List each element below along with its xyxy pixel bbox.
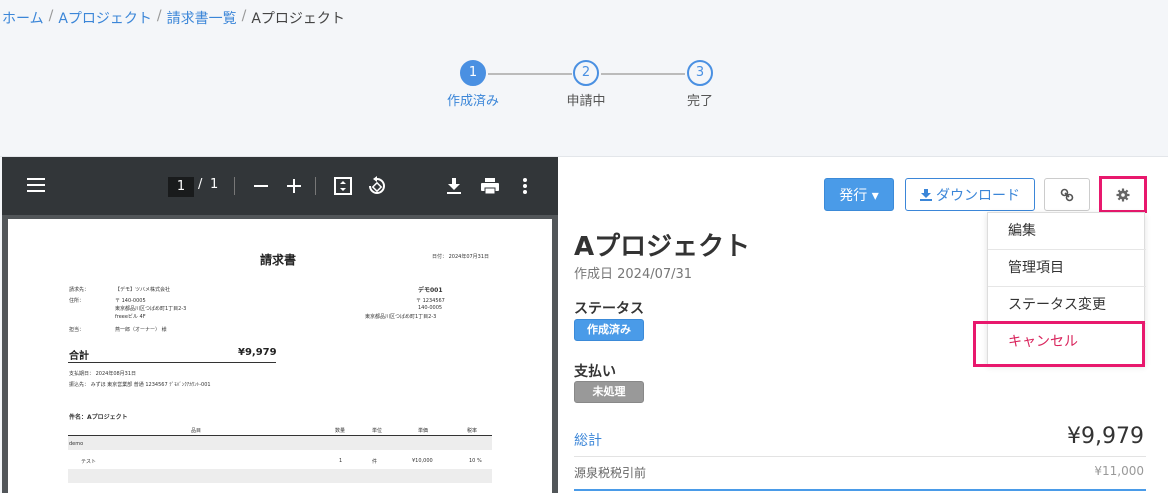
menu-item-status-change[interactable]: ステータス変更 [988,287,1146,324]
pdf-person-label: 担当： [69,327,85,333]
breadcrumb-current: Aプロジェクト [251,11,345,27]
pdf-subject: 件名：Aプロジェクト [69,414,128,421]
toolbar-separator [315,177,316,195]
breadcrumb-separator: / [156,8,162,24]
summary-underline [574,489,1146,491]
invoice-title: Aプロジェクト [574,232,751,262]
pdf-total-value: ¥9,979 [238,347,277,358]
pdf-person-value: 燕一郎（オーナー） 様 [115,327,167,333]
pdf-col-qty: 数量 [335,428,346,434]
breadcrumb: ホーム / Aプロジェクト / 請求書一覧 / Aプロジェクト [2,8,345,28]
page-number-input[interactable]: 1 [168,177,194,197]
menu-icon[interactable] [27,178,45,192]
step-number: 3 [687,60,713,86]
pdf-viewer: 1 / 1 請求書 日付： 2024年07月31日 請求先： 【デモ】ツバメ株式… [2,157,558,493]
pdf-col-tax: 税率 [467,428,478,434]
pdf-row-unit: 件 [372,459,378,465]
pdf-bank: 振込先： みずほ 東京営業部 普通 1234567 ﾃﾞﾓﾊﾞﾝｸｱｶｳﾝﾄ-0… [69,382,211,388]
step-created: 1 作成済み [438,60,508,109]
page-separator: / [198,177,203,192]
status-label: ステータス [574,301,644,317]
fit-page-icon[interactable] [334,177,352,195]
step-applying: 2 申請中 [551,60,621,109]
link-icon [1060,188,1074,201]
total-label: 総計 [574,433,602,449]
step-label: 申請中 [566,94,606,109]
pdf-toolbar: 1 / 1 [2,157,558,215]
menu-item-management[interactable]: 管理項目 [988,250,1146,287]
pdf-company-zip1: 〒 1234567 [416,298,445,304]
pdf-title: 請求書 [260,253,297,267]
print-icon[interactable] [481,178,499,194]
withholding-label: 源泉税税引前 [574,466,647,480]
pdf-total-label: 合計 [69,351,89,362]
pdf-due-date: 支払期日： 2024年08月31日 [69,371,137,377]
step-number: 1 [460,60,486,86]
zoom-out-icon[interactable] [254,185,268,187]
breadcrumb-invoice-list[interactable]: 請求書一覧 [167,8,237,28]
breadcrumb-project[interactable]: Aプロジェクト [58,8,152,28]
status-badge: 作成済み [574,319,644,341]
rotate-icon[interactable] [367,176,387,196]
created-date: 作成日 2024/07/31 [574,267,693,282]
pdf-row-qty: 1 [339,458,343,464]
pdf-to-value: 【デモ】ツバメ株式会社 [115,287,171,293]
pdf-col-unit: 単位 [372,428,383,434]
status-steps: 1 作成済み 2 申請中 3 完了 [440,60,720,110]
pdf-row-item: テスト [81,459,97,465]
pdf-addr-line2: freeeビル 4F [115,314,146,320]
pdf-to-label: 請求先： [69,287,90,293]
cancel-highlight [973,321,1145,367]
step-label: 完了 [686,94,713,109]
total-value: ¥9,979 [1067,424,1144,449]
pdf-company-addr: 東京都品川区つばめ町1丁目2-3 [365,314,437,320]
pdf-total-underline [68,362,276,363]
download-button[interactable]: ダウンロード [905,178,1035,211]
menu-item-edit[interactable]: 編集 [988,213,1146,250]
download-button-label: ダウンロード [936,187,1020,204]
payment-badge: 未処理 [574,381,644,403]
page-total: 1 [210,177,219,192]
download-icon[interactable] [446,178,462,194]
pdf-company-zip2: 140-0005 [418,305,443,311]
pdf-date: 日付： 2024年07月31日 [432,254,490,260]
pdf-addr-label: 住所： [69,298,85,304]
pdf-col-item: 品目 [191,428,202,434]
payment-label: 支払い [574,364,616,380]
pdf-group-name: demo [69,441,84,447]
pdf-addr-line1: 東京都品川区つばめ町1丁目2-3 [115,306,187,312]
total-divider [574,456,1146,457]
step-completed: 3 完了 [665,60,735,109]
pdf-addr-zip: 〒 140-0005 [115,298,146,304]
download-icon [920,188,932,201]
toolbar-separator [234,177,235,195]
breadcrumb-home[interactable]: ホーム [2,8,44,28]
pdf-row-price: ¥10,000 [412,458,433,464]
pdf-col-price: 単価 [418,428,429,434]
pdf-group-row [68,436,492,450]
step-label: 作成済み [446,94,499,109]
issue-button[interactable]: 発行 ▾ [824,178,894,211]
link-button[interactable] [1044,178,1090,211]
pdf-empty-row [68,469,492,483]
settings-highlight [1099,176,1147,213]
more-vertical-icon[interactable] [523,178,527,194]
pdf-company: デモ001 [418,287,443,294]
withholding-value: ¥11,000 [1094,464,1144,478]
breadcrumb-separator: / [241,8,247,24]
pdf-row-tax: 10 % [469,458,482,464]
breadcrumb-separator: / [48,8,54,24]
pdf-page: 請求書 日付： 2024年07月31日 請求先： 【デモ】ツバメ株式会社 住所：… [8,219,552,493]
step-number: 2 [573,60,599,86]
zoom-in-icon[interactable] [287,179,301,193]
